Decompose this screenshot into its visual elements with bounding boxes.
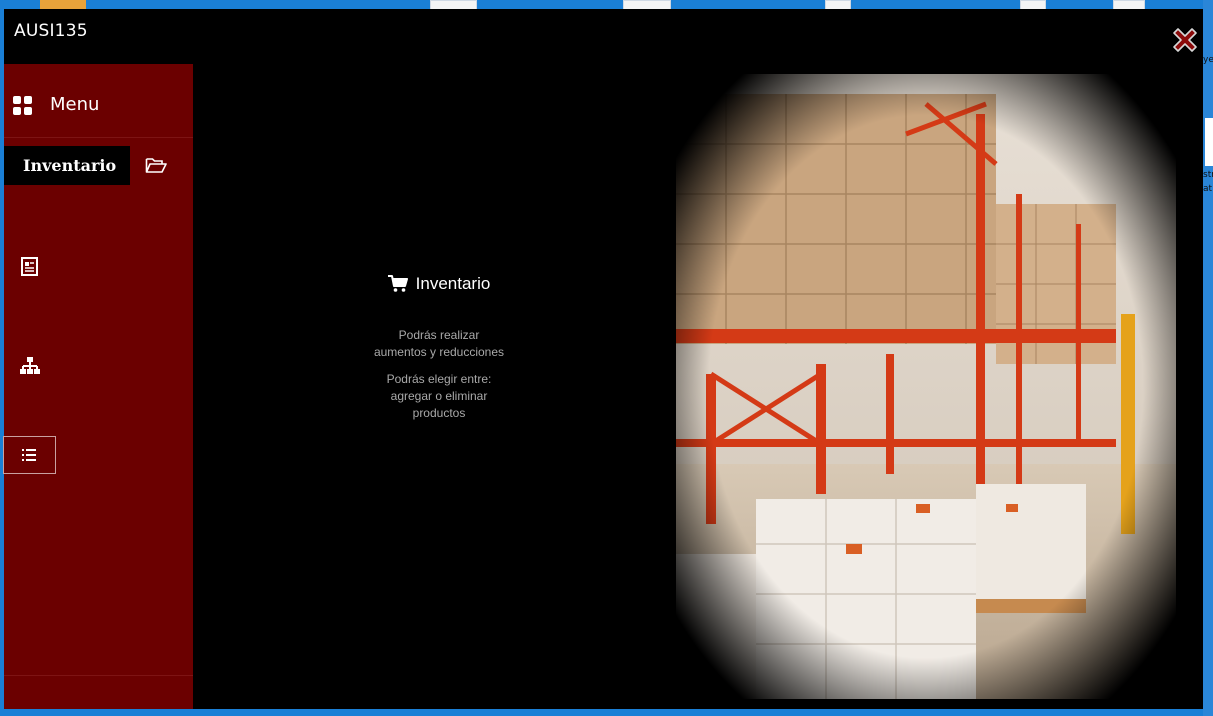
sidebar-item-label: Inventario bbox=[23, 156, 117, 175]
info-title: Inventario bbox=[387, 274, 491, 294]
sitemap-icon bbox=[20, 357, 40, 374]
info-line: agregar o eliminar bbox=[390, 389, 488, 403]
desktop-label-fragment: str bbox=[1203, 170, 1213, 180]
menu-header[interactable]: Menu bbox=[4, 64, 193, 138]
info-line: Podrás realizar bbox=[398, 328, 480, 342]
desktop-right-edge: ye str at bbox=[1203, 0, 1213, 716]
close-button[interactable] bbox=[1169, 24, 1201, 56]
sidebar-item-list[interactable] bbox=[3, 436, 56, 474]
info-line: productos bbox=[412, 406, 466, 420]
close-icon bbox=[1173, 28, 1197, 52]
menu-label: Menu bbox=[50, 94, 100, 115]
sidebar-item-sitemap[interactable] bbox=[19, 355, 41, 377]
document-icon bbox=[21, 257, 38, 276]
app-window: AUSI135 Menu Inventario Inventario Podrá… bbox=[3, 9, 1203, 709]
sidebar-divider bbox=[4, 675, 193, 676]
info-title-text: Inventario bbox=[415, 274, 491, 293]
list-icon bbox=[22, 449, 36, 461]
info-panel: Inventario Podrás realizar aumentos y re… bbox=[334, 274, 544, 432]
info-description: Podrás realizar aumentos y reducciones P… bbox=[334, 327, 544, 422]
warehouse-image bbox=[676, 74, 1176, 699]
desktop-file-icon[interactable] bbox=[1205, 118, 1213, 166]
desktop-label-fragment: ye bbox=[1203, 55, 1213, 65]
cart-icon bbox=[387, 275, 408, 292]
sidebar-item-document[interactable] bbox=[19, 256, 41, 278]
title-bar: AUSI135 bbox=[4, 9, 1203, 64]
info-line: Podrás elegir entre: bbox=[386, 372, 492, 386]
desktop-label-fragment: at bbox=[1203, 184, 1213, 194]
grid-icon bbox=[13, 96, 32, 115]
app-title: AUSI135 bbox=[14, 21, 88, 41]
info-line: aumentos y reducciones bbox=[373, 345, 505, 359]
sidebar-item-inventario[interactable]: Inventario bbox=[4, 146, 130, 185]
folder-open-icon[interactable] bbox=[145, 156, 167, 174]
sidebar: Menu Inventario bbox=[3, 64, 193, 709]
